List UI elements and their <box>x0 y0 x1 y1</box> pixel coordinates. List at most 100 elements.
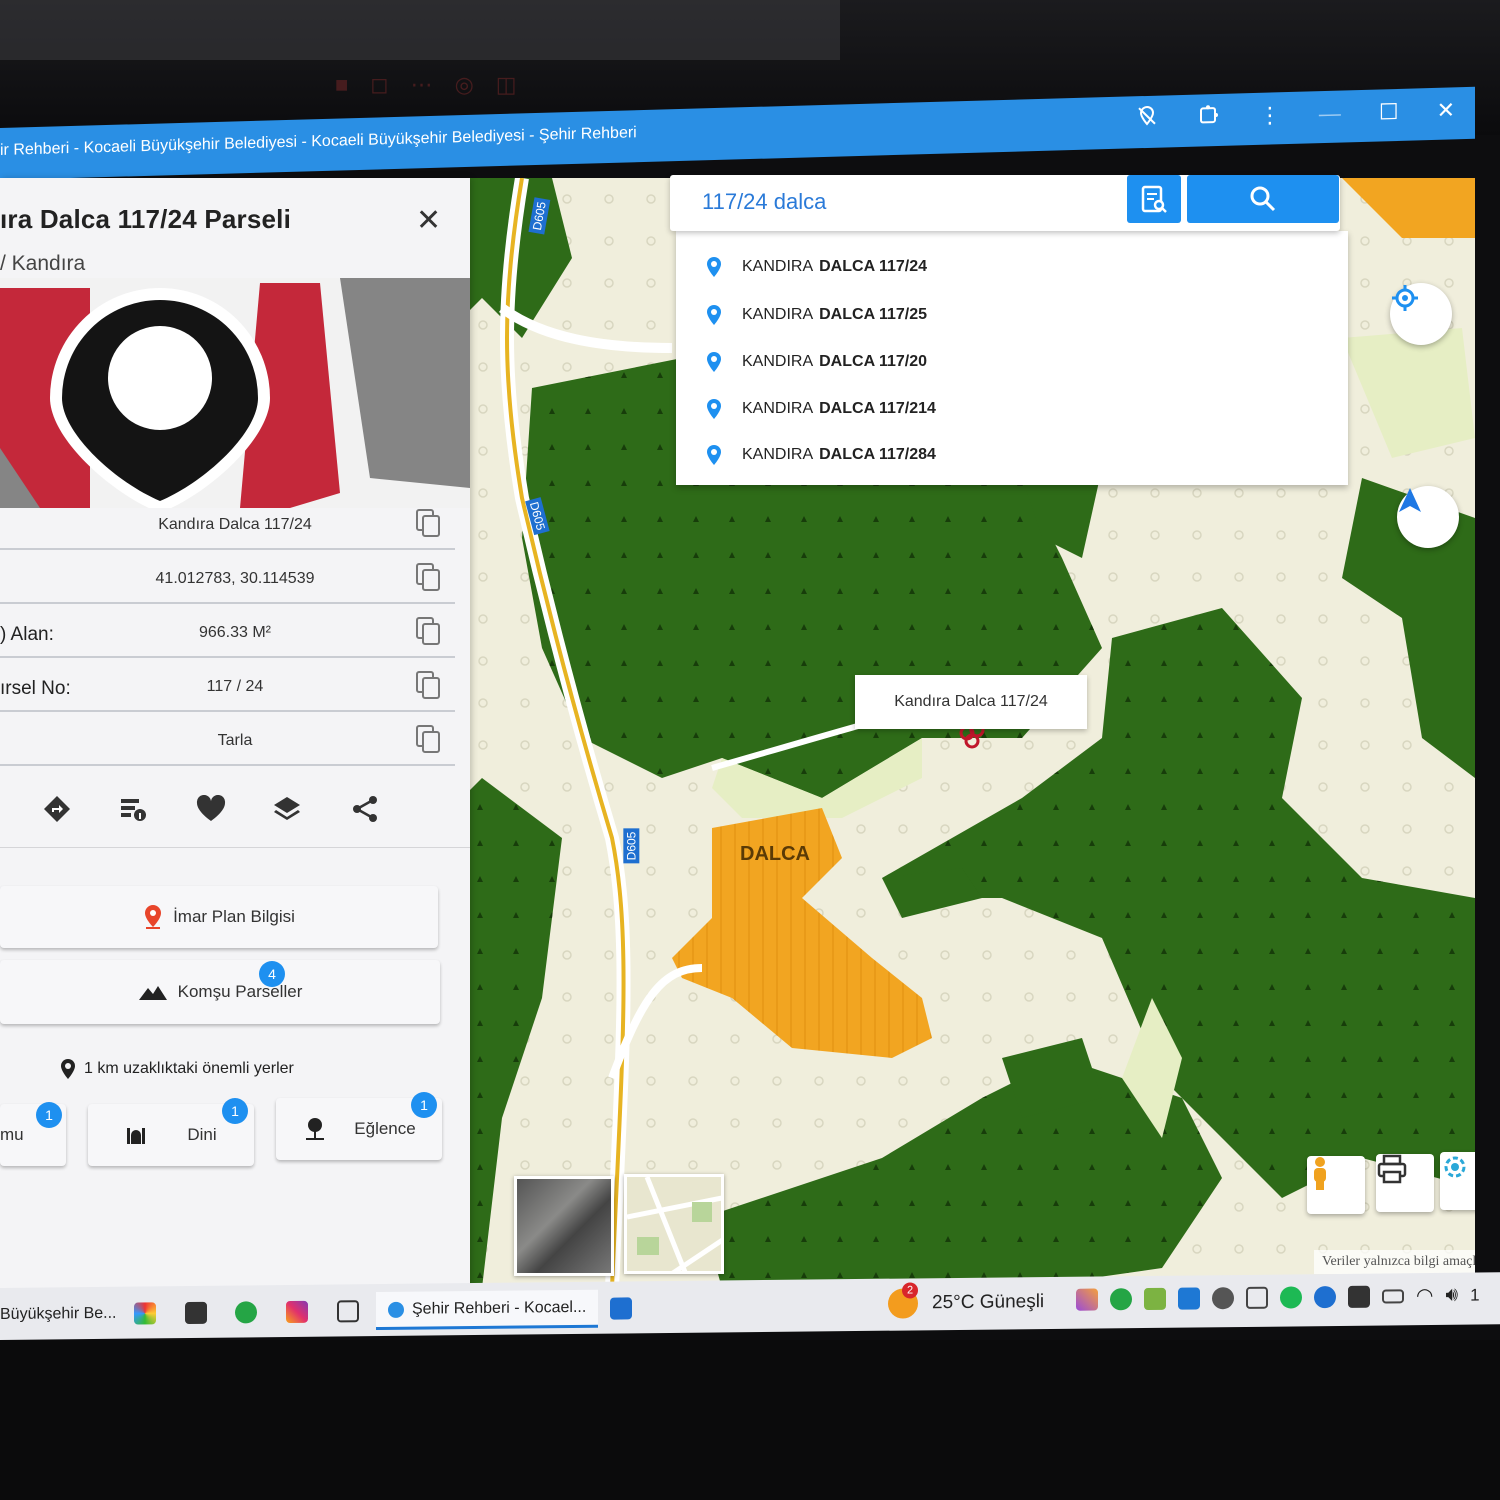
mountain-icon <box>138 986 167 1000</box>
nearby-entertainment-label: Eğlence <box>354 1119 416 1138</box>
more-menu-icon[interactable]: ⋮ <box>1259 102 1281 129</box>
close-panel-button[interactable]: ✕ <box>416 206 441 236</box>
suggestion-prefix: KANDIRA <box>742 306 814 323</box>
nearby-count-badge: 1 <box>222 1098 248 1124</box>
location-pin-icon <box>61 1059 75 1079</box>
minimize-icon[interactable]: — <box>1319 101 1341 128</box>
directions-button[interactable] <box>40 792 74 826</box>
parcel-popup-label[interactable]: Kandıra Dalca 117/24 <box>855 675 1087 729</box>
my-location-button[interactable] <box>1390 283 1452 345</box>
clock-text[interactable]: 1 <box>1470 1285 1479 1305</box>
suggestion-item[interactable]: KANDIRA DALCA 117/25 <box>706 295 927 335</box>
pegman-icon <box>1314 1157 1326 1190</box>
security-icon[interactable] <box>1348 1285 1370 1308</box>
taskbar-app-browser[interactable]: Büyükşehir Be... <box>0 1295 117 1334</box>
battery-icon[interactable] <box>1382 1288 1404 1304</box>
monitor-icon[interactable] <box>1246 1286 1268 1309</box>
monitor-bezel-bottom <box>0 1340 1500 1500</box>
close-window-icon[interactable]: ✕ <box>1437 97 1455 124</box>
parcel-number-label: ırsel No: <box>0 678 71 699</box>
suggestion-item[interactable]: KANDIRA DALCA 117/284 <box>706 435 936 475</box>
cloud-icon[interactable] <box>1212 1286 1234 1309</box>
street-view-button[interactable] <box>1307 1156 1365 1214</box>
crosshair-icon <box>1392 285 1418 311</box>
taskbar-app-icon[interactable] <box>337 1292 359 1330</box>
whatsapp-tray-icon[interactable] <box>1110 1287 1132 1310</box>
background-icon: ■ <box>335 72 349 97</box>
north-arrow-button[interactable] <box>1397 486 1459 548</box>
search-report-button[interactable] <box>1127 175 1181 223</box>
copy-icon[interactable] <box>415 562 441 592</box>
share-button[interactable] <box>348 792 382 826</box>
taskbar-whatsapp-icon[interactable] <box>235 1293 257 1331</box>
area-value: 966.33 M² <box>198 624 272 641</box>
panel-subtitle: / Kandıra <box>0 252 86 275</box>
coordinates-value: 41.012783, 30.114539 <box>155 570 315 587</box>
copy-icon[interactable] <box>415 724 441 754</box>
suggestion-match: DALCA 117/284 <box>819 446 936 463</box>
spotify-icon[interactable] <box>1280 1285 1302 1309</box>
print-button[interactable] <box>1376 1154 1434 1212</box>
location-off-icon[interactable] <box>1135 104 1159 135</box>
suggestion-item[interactable]: KANDIRA DALCA 117/24 <box>706 247 927 287</box>
defender-icon[interactable] <box>1178 1286 1200 1310</box>
layers-icon <box>274 797 300 820</box>
taskbar-instagram-icon[interactable] <box>286 1293 308 1331</box>
taskbar-outlook-icon[interactable] <box>610 1289 632 1327</box>
taskbar-mail-icon[interactable] <box>185 1294 207 1332</box>
bluetooth-icon[interactable] <box>1314 1285 1336 1308</box>
layers-button[interactable] <box>270 792 304 826</box>
parcel-hero-graphic <box>0 278 470 508</box>
suggestion-prefix: KANDIRA <box>742 258 814 275</box>
satellite-basemap-thumb[interactable] <box>514 1176 614 1276</box>
extension-icon[interactable] <box>1197 102 1221 133</box>
search-bar <box>670 175 1340 231</box>
suggestion-item[interactable]: KANDIRA DALCA 117/20 <box>706 342 927 382</box>
location-pin-illustration <box>0 278 470 508</box>
app-window: D605 D605 D605 DALCA Veriler yalnızca bi… <box>0 175 1475 1288</box>
volume-icon[interactable]: 🔊︎ <box>1445 1284 1458 1307</box>
land-type-value: Tarla <box>217 732 253 749</box>
taskbar-photos-icon[interactable] <box>134 1294 156 1332</box>
copilot-icon[interactable] <box>1076 1288 1098 1311</box>
weather-widget[interactable]: 2 25°C Güneşli <box>888 1282 1044 1319</box>
neighbor-count-badge: 4 <box>259 961 285 987</box>
parcel-number-row: ırsel No: 117 / 24 <box>0 662 455 712</box>
copy-icon[interactable] <box>415 508 441 538</box>
heart-icon <box>196 795 226 821</box>
street-basemap-thumb[interactable] <box>624 1174 724 1274</box>
neighbor-parcels-button[interactable]: Komşu Parseller <box>0 960 440 1024</box>
nearby-count-badge: 1 <box>411 1092 437 1118</box>
favorite-button[interactable] <box>194 792 228 826</box>
copy-icon[interactable] <box>415 616 441 646</box>
maximize-icon[interactable]: ☐ <box>1379 99 1399 126</box>
area-label: ) Alan: <box>0 624 54 645</box>
suggestion-item[interactable]: KANDIRA DALCA 117/214 <box>706 389 936 429</box>
suggestion-prefix: KANDIRA <box>742 353 814 370</box>
parcel-details-button[interactable] <box>116 792 150 826</box>
settings-button[interactable] <box>1440 1152 1475 1210</box>
search-input[interactable] <box>702 189 1102 215</box>
parcel-info-panel: ıra Dalca 117/24 Parseli / Kandıra ✕ Kan… <box>0 178 470 1288</box>
nearby-religious-label: Dini <box>187 1125 217 1144</box>
search-button[interactable] <box>1187 175 1339 223</box>
land-type-row: Tarla <box>0 716 455 766</box>
parcel-name-row: Kandıra Dalca 117/24 <box>0 500 455 550</box>
area-row: ) Alan: 966.33 M² <box>0 608 455 658</box>
wifi-icon[interactable]: ◠ <box>1416 1283 1433 1308</box>
parcel-name-value: Kandıra Dalca 117/24 <box>158 516 312 533</box>
street-basemap-preview <box>627 1177 721 1271</box>
suggestion-match: DALCA 117/25 <box>819 306 928 323</box>
nvidia-icon[interactable] <box>1144 1287 1166 1310</box>
taskbar-active-app[interactable]: Şehir Rehberi - Kocael... <box>376 1289 599 1331</box>
zoning-plan-button[interactable]: İmar Plan Bilgisi <box>0 886 438 948</box>
nearby-title-text: 1 km uzaklıktaki önemli yerler <box>84 1060 294 1077</box>
background-toolbar-icons: ■ ◻ ⋯ ◎ ◫ <box>335 72 517 98</box>
search-suggestions: KANDIRA DALCA 117/24 KANDIRA DALCA 117/25 … <box>676 231 1348 485</box>
gear-icon <box>1444 1156 1466 1178</box>
copy-icon[interactable] <box>415 670 441 700</box>
zoning-plan-label: İmar Plan Bilgisi <box>173 907 295 926</box>
map-disclaimer: Veriler yalnızca bilgi amaçlıdır, resmi … <box>1314 1250 1475 1274</box>
window-controls: ⋮ — ☐ ✕ <box>1135 95 1455 134</box>
window-title: ir Rehberi - Kocaeli Büyükşehir Belediye… <box>0 124 637 159</box>
